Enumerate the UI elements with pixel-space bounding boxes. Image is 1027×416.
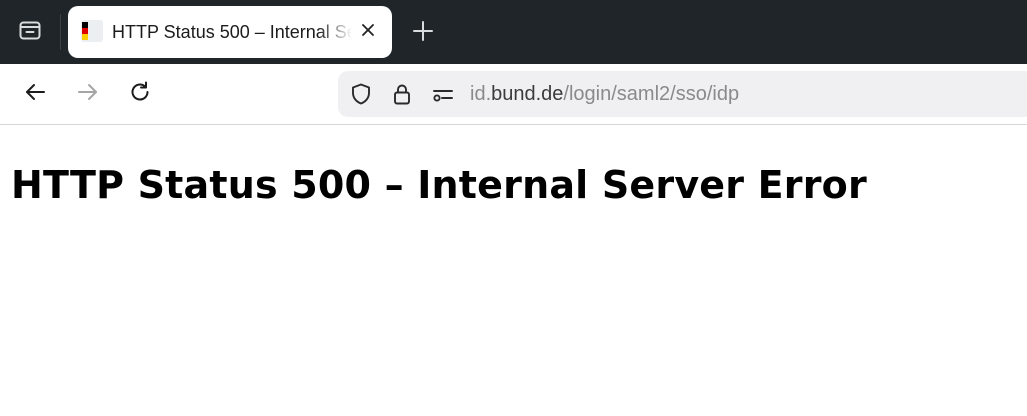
page-title: HTTP Status 500 – Internal Server Error [11,163,867,207]
tune-icon[interactable] [431,82,455,106]
tab-close-button[interactable] [358,22,378,42]
reload-button[interactable] [124,78,156,110]
tab-title: HTTP Status 500 – Internal Server Error [112,22,352,42]
arrow-right-icon [76,80,100,109]
navigation-bar: id.bund.de/login/saml2/sso/idp [0,64,1027,125]
tab-overview-button[interactable] [0,0,60,64]
active-tab[interactable]: HTTP Status 500 – Internal Server Error [68,6,392,58]
forward-button[interactable] [72,78,104,110]
close-icon [360,22,376,43]
tab-overview-icon [17,17,43,48]
arrow-left-icon [23,80,47,109]
back-button[interactable] [19,78,51,110]
url-text[interactable]: id.bund.de/login/saml2/sso/idp [470,71,739,117]
url-path: /login/saml2/sso/idp [563,83,740,105]
tab-strip-divider [60,14,61,50]
reload-icon [128,80,152,109]
german-flag-icon [81,20,103,42]
url-domain: bund.de [491,83,564,105]
tab-strip: HTTP Status 500 – Internal Server Error [0,0,1027,64]
address-bar[interactable]: id.bund.de/login/saml2/sso/idp [338,71,1027,117]
plus-icon [412,20,434,47]
shield-icon[interactable] [349,82,373,106]
new-tab-button[interactable] [408,18,438,48]
lock-icon[interactable] [390,82,414,106]
url-subdomain: id. [470,83,492,105]
